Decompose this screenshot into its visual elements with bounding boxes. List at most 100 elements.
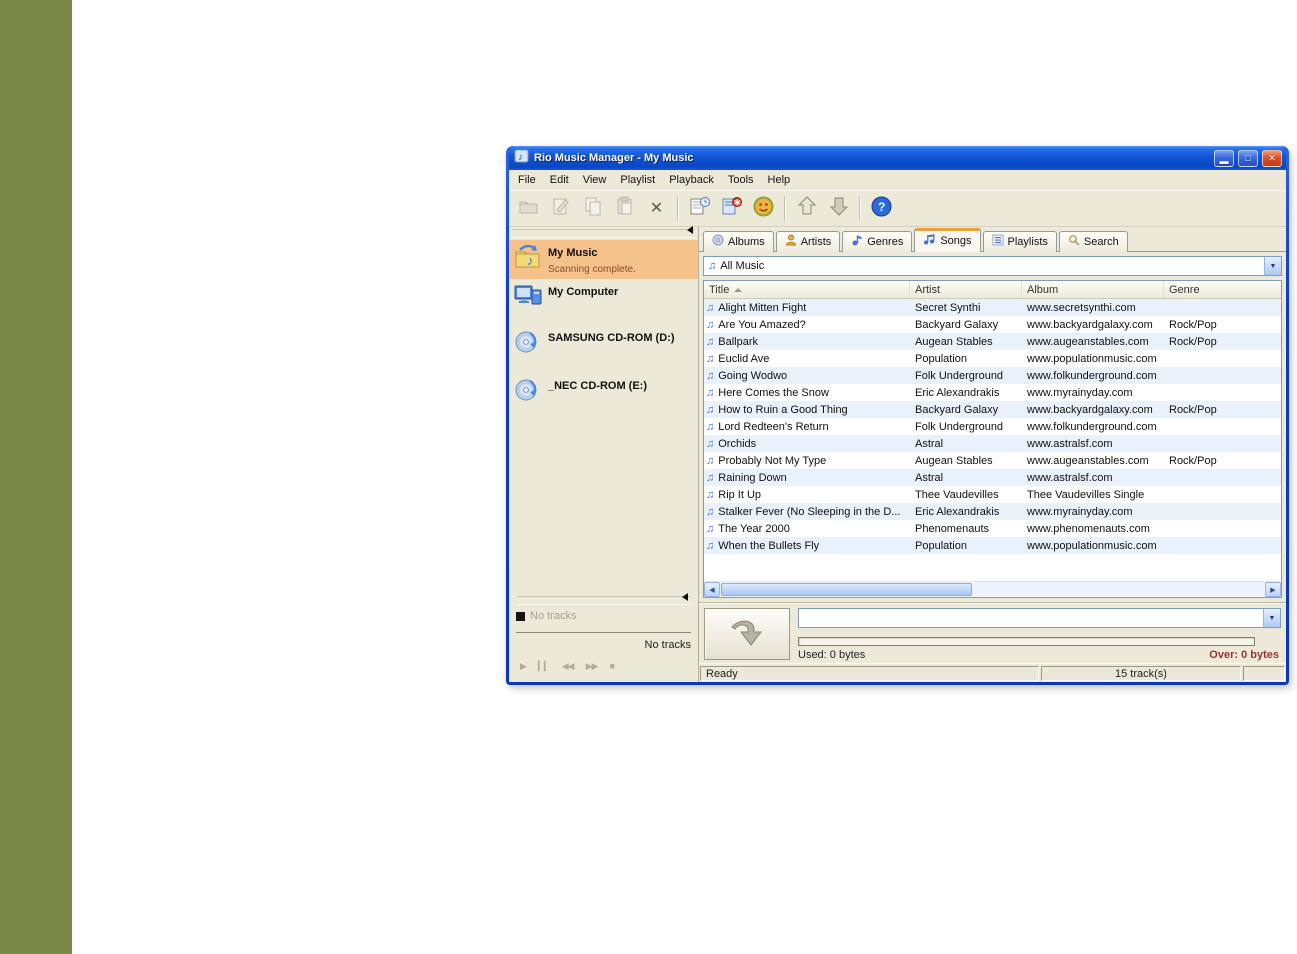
edit-button[interactable]	[545, 194, 576, 223]
player-tracks-summary: No tracks	[644, 639, 691, 651]
sidebar-item-nec-cdrom[interactable]: _NEC CD-ROM (E:)	[509, 373, 698, 407]
stop-button[interactable]: ■	[609, 661, 615, 672]
table-row[interactable]: ♫ Going Wodwo Folk Underground www.folkunde…	[704, 367, 1281, 384]
table-row[interactable]: ♫ The Year 2000 Phenomenauts www.phenomenau…	[704, 520, 1281, 537]
rewind-button[interactable]: ◀◀	[562, 661, 575, 672]
properties-icon	[689, 196, 711, 221]
sidebar-item-samsung-cdrom[interactable]: SAMSUNG CD-ROM (D:)	[509, 325, 698, 359]
table-row[interactable]: ♫ Are You Amazed? Backyard Galaxy www.backy…	[704, 316, 1281, 333]
my-computer-icon	[514, 283, 542, 307]
player-collapse-strip[interactable]	[517, 593, 690, 605]
songs-icon	[923, 233, 936, 248]
table-row[interactable]: ♫ Ballpark Augean Stables www.augeanstables…	[704, 333, 1281, 350]
table-row[interactable]: ♫ Stalker Fever (No Sleeping in the D... E…	[704, 503, 1281, 520]
forward-button[interactable]: ▶▶	[586, 661, 599, 672]
pause-button[interactable]: ▎▎	[538, 661, 551, 672]
track-count: 15 track(s)	[1041, 666, 1241, 681]
column-header-album[interactable]: Album	[1022, 281, 1164, 298]
maximize-icon: □	[1245, 153, 1251, 163]
menu-file[interactable]: File	[511, 172, 543, 188]
sidebar-collapse-strip[interactable]	[512, 226, 695, 238]
tab-search[interactable]: Search	[1058, 231, 1128, 252]
upload-button[interactable]	[791, 194, 822, 223]
table-row[interactable]: ♫ Orchids Astral www.astralsf.com	[704, 435, 1281, 452]
menu-help[interactable]: Help	[761, 172, 798, 188]
paste-icon	[615, 196, 635, 221]
table-row[interactable]: ♫ Alight Mitten Fight Secret Synthi www.sec…	[704, 299, 1281, 316]
tab-genres[interactable]: Genres	[842, 231, 913, 252]
paste-button[interactable]	[609, 194, 640, 223]
table-row[interactable]: ♫ Probably Not My Type Augean Stables www.a…	[704, 452, 1281, 469]
help-button[interactable]: ?	[866, 194, 897, 223]
stop-square-icon	[516, 611, 525, 621]
download-arrow-icon	[829, 195, 849, 222]
menu-playback[interactable]: Playback	[662, 172, 721, 188]
table-row[interactable]: ♫ When the Bullets Fly Population www.popul…	[704, 537, 1281, 554]
column-header-title[interactable]: Title	[704, 281, 910, 298]
collapse-arrow-icon	[682, 593, 688, 601]
table-row[interactable]: ♫ Lord Redteen's Return Folk Underground ww…	[704, 418, 1281, 435]
edit-tags-button[interactable]: ✱	[716, 194, 747, 223]
copy-button[interactable]	[577, 194, 608, 223]
used-label: Used: 0 bytes	[798, 649, 866, 661]
title-bar[interactable]: ♪ Rio Music Manager - My Music ▬ □ ✕	[509, 146, 1286, 170]
delete-icon: ✕	[649, 199, 664, 217]
menu-playlist[interactable]: Playlist	[613, 172, 662, 188]
svg-text:?: ?	[878, 200, 885, 214]
import-button[interactable]	[513, 194, 544, 223]
tab-playlists[interactable]: Playlists	[982, 231, 1057, 252]
tab-label: Songs	[940, 234, 972, 247]
column-header-artist[interactable]: Artist	[910, 281, 1022, 298]
toolbar: ✕ ✱ ?	[509, 190, 1286, 227]
seek-slider[interactable]	[516, 632, 691, 633]
sidebar-item-my-computer[interactable]: My Computer	[509, 279, 698, 311]
genre-icon	[851, 234, 863, 249]
edit-icon	[551, 196, 571, 221]
toolbar-separator	[784, 196, 786, 221]
sidebar-item-my-music[interactable]: ♪ My Music Scanning complete.	[509, 240, 698, 280]
rio-smiley-button[interactable]	[748, 194, 779, 223]
device-combobox[interactable]: ▼	[798, 608, 1281, 628]
transfer-button[interactable]	[704, 608, 790, 660]
sidebar-item-label: SAMSUNG CD-ROM (D:)	[548, 332, 675, 345]
menu-tools[interactable]: Tools	[721, 172, 761, 188]
delete-button[interactable]: ✕	[641, 194, 672, 223]
scroll-left-button[interactable]: ◀	[704, 582, 720, 597]
main-area: ♪ My Music Scanning complete. My Compute…	[509, 226, 1286, 682]
tab-songs[interactable]: Songs	[914, 228, 981, 252]
tab-artists[interactable]: Artists	[775, 231, 841, 252]
minimize-button[interactable]: ▬	[1214, 149, 1234, 167]
window-title: Rio Music Manager - My Music	[534, 152, 694, 164]
sidebar-item-label: My Music	[548, 247, 598, 259]
left-stripe	[0, 0, 72, 954]
table-row[interactable]: ♫ Raining Down Astral www.astralsf.com	[704, 469, 1281, 486]
table-header: Title Artist Album Genre	[704, 281, 1281, 299]
music-filter-combobox[interactable]: ♫ All Music ▼	[703, 256, 1282, 276]
window-body: File Edit View Playlist Playback Tools H…	[509, 170, 1286, 682]
table-row[interactable]: ♫ Euclid Ave Population www.populationmusic…	[704, 350, 1281, 367]
cd-rom-icon	[514, 329, 542, 355]
table-body: ♫ Alight Mitten Fight Secret Synthi www.sec…	[704, 299, 1281, 554]
filter-dropdown-button[interactable]: ▼	[1264, 257, 1281, 275]
scrollbar-track[interactable]	[720, 582, 1265, 597]
tab-label: Playlists	[1007, 235, 1048, 248]
music-note-icon: ♫	[706, 471, 715, 484]
table-row[interactable]: ♫ How to Ruin a Good Thing Backyard Galaxy…	[704, 401, 1281, 418]
tab-albums[interactable]: Albums	[703, 231, 774, 252]
device-dropdown-button[interactable]: ▼	[1263, 609, 1280, 627]
scroll-right-button[interactable]: ▶	[1265, 582, 1281, 597]
status-bar: Ready 15 track(s)	[699, 663, 1286, 682]
tab-label: Artists	[800, 235, 832, 248]
download-button[interactable]	[823, 194, 854, 223]
close-button[interactable]: ✕	[1262, 149, 1282, 167]
menu-edit[interactable]: Edit	[543, 172, 576, 188]
horizontal-scrollbar[interactable]: ◀ ▶	[704, 581, 1281, 597]
play-button[interactable]: ▶	[520, 661, 527, 672]
menu-view[interactable]: View	[576, 172, 614, 188]
properties-button[interactable]	[684, 194, 715, 223]
table-row[interactable]: ♫ Rip It Up Thee Vaudevilles Thee Vaudevill…	[704, 486, 1281, 503]
scrollbar-thumb[interactable]	[721, 583, 972, 596]
maximize-button[interactable]: □	[1238, 149, 1258, 167]
column-header-genre[interactable]: Genre	[1164, 281, 1281, 298]
table-row[interactable]: ♫ Here Comes the Snow Eric Alexandrakis www…	[704, 384, 1281, 401]
